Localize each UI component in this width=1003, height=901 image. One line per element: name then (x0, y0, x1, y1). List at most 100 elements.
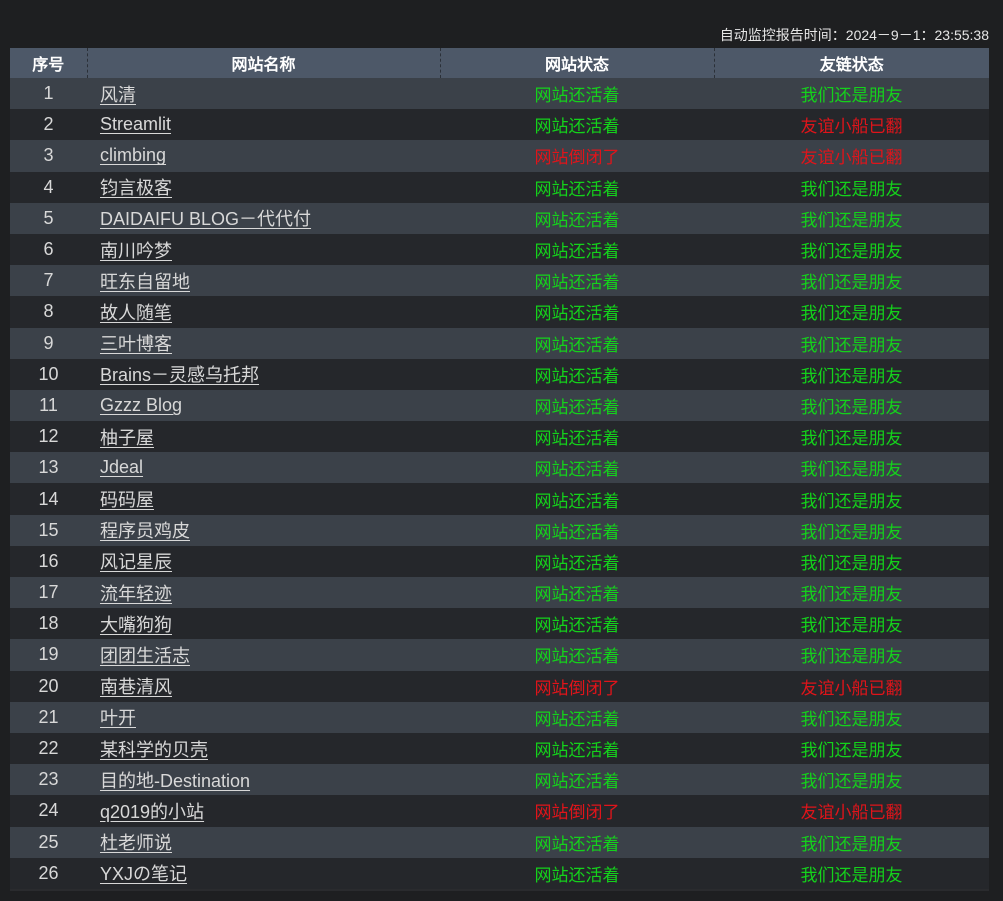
table-row: 14 码码屋 网站还活着 我们还是朋友 (10, 483, 989, 515)
site-name-link[interactable]: 码码屋 (100, 490, 154, 510)
site-name-link[interactable]: 叶开 (100, 708, 136, 728)
site-name-cell: q2019的小站 (87, 795, 440, 826)
table-row: 11 Gzzz Blog 网站还活着 我们还是朋友 (10, 389, 989, 422)
link-status: 我们还是朋友 (800, 865, 903, 885)
table-row: 10 Brains－灵感乌托邦 网站还活着 我们还是朋友 (10, 358, 989, 390)
site-name-link[interactable]: 南巷清风 (100, 677, 172, 697)
site-status: 网站还活着 (534, 491, 620, 511)
link-status: 友谊小船已翻 (800, 148, 903, 168)
site-status: 网站还活着 (534, 304, 620, 324)
site-name-cell: 程序员鸡皮 (87, 515, 440, 546)
table-row: 25 杜老师说 网站还活着 我们还是朋友 (10, 826, 989, 858)
site-name-link[interactable]: 某科学的贝壳 (100, 740, 208, 760)
link-status: 我们还是朋友 (800, 273, 903, 293)
site-name-link[interactable]: climbing (100, 145, 166, 165)
site-name-link[interactable]: YXJの笔记 (100, 864, 187, 884)
site-name-link[interactable]: 杜老师说 (100, 833, 172, 853)
site-name-cell: 风清 (87, 78, 440, 109)
table-row: 3 climbing 网站倒闭了 友谊小船已翻 (10, 140, 989, 172)
site-name-link[interactable]: 三叶博客 (100, 334, 172, 354)
row-index: 7 (43, 270, 54, 291)
site-name-link[interactable]: Streamlit (100, 114, 171, 134)
table-row: 16 风记星辰 网站还活着 我们还是朋友 (10, 545, 989, 577)
site-name-link[interactable]: 大嘴狗狗 (100, 615, 172, 635)
table-header: 序号 网站名称 网站状态 友链状态 (10, 48, 989, 78)
table-row: 26 YXJの笔记 网站还活着 我们还是朋友 (10, 857, 989, 889)
site-name-link[interactable]: 程序员鸡皮 (100, 521, 190, 541)
link-status: 我们还是朋友 (800, 429, 903, 449)
site-name-cell: Gzzz Blog (87, 390, 440, 421)
friend-links-table: 序号 网站名称 网站状态 友链状态 1 风清 网站还活着 我们还是朋友 2 Streaml… (10, 48, 989, 889)
table-row: 5 DAIDAIFU BLOG－代代付 网站还活着 我们还是朋友 (10, 202, 989, 234)
site-name-link[interactable]: 南川吟梦 (100, 241, 172, 261)
site-name-link[interactable]: 团团生活志 (100, 646, 190, 666)
link-status: 我们还是朋友 (800, 522, 903, 542)
row-index: 21 (38, 706, 59, 727)
table-row: 18 大嘴狗狗 网站还活着 我们还是朋友 (10, 608, 989, 640)
site-name-cell: 三叶博客 (87, 328, 440, 359)
site-name-cell: 叶开 (87, 702, 440, 733)
site-name-cell: 旺东自留地 (87, 265, 440, 296)
site-name-link[interactable]: 故人随笔 (100, 303, 172, 323)
link-status: 我们还是朋友 (800, 304, 903, 324)
table-row: 15 程序员鸡皮 网站还活着 我们还是朋友 (10, 514, 989, 546)
site-name-link[interactable]: 风清 (100, 85, 136, 105)
site-status: 网站还活着 (534, 522, 620, 542)
site-name-cell: 南川吟梦 (87, 234, 440, 265)
header-row: 序号 网站名称 网站状态 友链状态 (10, 48, 989, 78)
site-name-link[interactable]: Brains－灵感乌托邦 (100, 365, 259, 385)
link-status: 我们还是朋友 (800, 616, 903, 636)
site-name-cell: 某科学的贝壳 (87, 733, 440, 764)
site-status: 网站还活着 (534, 335, 620, 355)
site-status: 网站还活着 (534, 242, 620, 262)
site-name-link[interactable]: Jdeal (100, 457, 143, 477)
site-name-link[interactable]: 流年轻迹 (100, 584, 172, 604)
site-name-cell: 大嘴狗狗 (87, 608, 440, 639)
link-status: 友谊小船已翻 (800, 678, 903, 698)
header-index: 序号 (10, 48, 88, 78)
row-index: 11 (39, 394, 58, 415)
site-name-link[interactable]: 旺东自留地 (100, 272, 190, 292)
site-status: 网站还活着 (534, 585, 620, 605)
link-status: 我们还是朋友 (800, 772, 903, 792)
site-status: 网站还活着 (534, 772, 620, 792)
site-name-link[interactable]: q2019的小站 (100, 802, 204, 822)
site-name-link[interactable]: 柚子屋 (100, 428, 154, 448)
site-status: 网站倒闭了 (534, 803, 620, 823)
row-index: 26 (38, 862, 59, 883)
table-row: 7 旺东自留地 网站还活着 我们还是朋友 (10, 265, 989, 297)
row-index: 16 (38, 550, 59, 571)
site-status: 网站还活着 (534, 865, 620, 885)
site-name-link[interactable]: 风记星辰 (100, 552, 172, 572)
site-name-cell: 杜老师说 (87, 827, 440, 858)
site-name-link[interactable]: DAIDAIFU BLOG－代代付 (100, 209, 311, 229)
friend-links-table-container: 序号 网站名称 网站状态 友链状态 1 风清 网站还活着 我们还是朋友 2 Streaml… (10, 48, 989, 891)
site-name-link[interactable]: 钧言极客 (100, 178, 172, 198)
link-status: 友谊小船已翻 (800, 803, 903, 823)
table-row: 24 q2019的小站 网站倒闭了 友谊小船已翻 (10, 795, 989, 827)
site-name-link[interactable]: 目的地-Destination (100, 771, 250, 791)
site-status: 网站还活着 (534, 273, 620, 293)
link-status: 我们还是朋友 (800, 86, 903, 106)
table-row: 9 三叶博客 网站还活着 我们还是朋友 (10, 327, 989, 359)
table-row: 12 柚子屋 网站还活着 我们还是朋友 (10, 421, 989, 453)
site-name-cell: 钧言极客 (87, 172, 440, 203)
site-name-cell: 风记星辰 (87, 546, 440, 577)
link-status: 我们还是朋友 (800, 179, 903, 199)
row-index: 5 (43, 207, 54, 228)
site-status: 网站还活着 (534, 210, 620, 230)
table-row: 20 南巷清风 网站倒闭了 友谊小船已翻 (10, 670, 989, 702)
site-status: 网站还活着 (534, 397, 620, 417)
table-row: 2 Streamlit 网站还活着 友谊小船已翻 (10, 109, 989, 141)
link-status: 我们还是朋友 (800, 585, 903, 605)
table-row: 4 钧言极客 网站还活着 我们还是朋友 (10, 171, 989, 203)
link-status: 我们还是朋友 (800, 741, 903, 761)
header-site-name: 网站名称 (87, 48, 441, 78)
site-name-link[interactable]: Gzzz Blog (100, 395, 182, 415)
monitor-page: 自动监控报告时间：2024－9－1：23:55:38 序号 网站名称 网站状态 … (0, 0, 1003, 901)
row-index: 23 (38, 769, 59, 790)
site-status: 网站倒闭了 (534, 148, 620, 168)
table-row: 1 风清 网站还活着 我们还是朋友 (10, 78, 989, 110)
site-status: 网站还活着 (534, 834, 620, 854)
site-name-cell: DAIDAIFU BLOG－代代付 (87, 203, 440, 234)
